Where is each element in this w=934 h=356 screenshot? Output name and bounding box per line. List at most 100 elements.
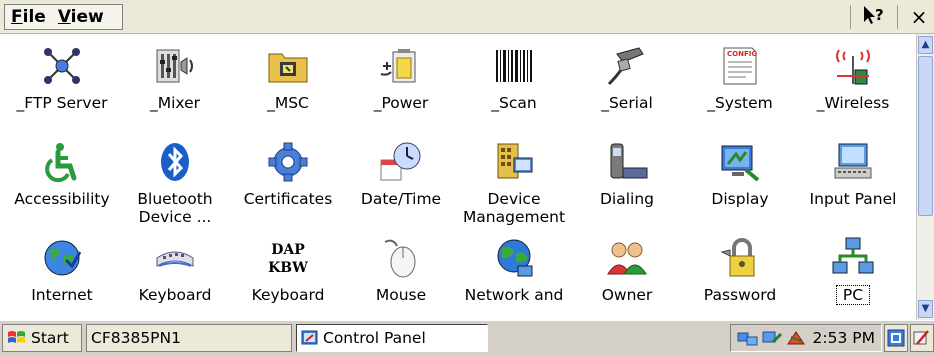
control-panel-item-label: Network and	[464, 286, 564, 304]
password-padlock-icon	[718, 236, 762, 280]
bluetooth-icon	[153, 140, 197, 184]
control-panel-item[interactable]: _Wireless	[797, 38, 909, 132]
pc-connection-icon	[831, 236, 875, 280]
input-panel-tray-icon	[913, 330, 929, 345]
device-name-label: CF8385PN1	[91, 329, 181, 347]
control-panel-item-label: Owner	[601, 286, 653, 304]
control-panel-item-label: _Mixer	[149, 94, 201, 112]
control-panel-item-label: Password	[703, 286, 777, 304]
system-tray: 2:53 PM	[729, 324, 882, 352]
control-panel-item[interactable]: Certificates	[232, 134, 344, 228]
mixer-speaker-icon	[153, 44, 197, 88]
power-tray-icon[interactable]	[785, 328, 807, 348]
svg-text:DAP: DAP	[271, 242, 305, 258]
ftp-server-network-icon	[40, 44, 84, 88]
dialing-phone-icon	[605, 140, 649, 184]
svg-text:?: ?	[875, 6, 884, 24]
control-panel-item-label: PC	[797, 285, 909, 305]
certificates-gear-icon	[266, 140, 310, 184]
network-tray-icon[interactable]	[737, 328, 759, 348]
control-panel-item-label: _Power	[373, 94, 429, 112]
keyboard-icon	[153, 236, 197, 280]
control-panel-item[interactable]: Keyboard	[119, 230, 231, 320]
control-panel-item-label: _Serial	[601, 94, 653, 112]
internet-globe-icon	[40, 236, 84, 280]
device-name-button[interactable]: CF8385PN1	[86, 324, 292, 352]
svg-text:KBW: KBW	[268, 260, 308, 276]
control-panel-item[interactable]: _Mixer	[119, 38, 231, 132]
accessibility-wheelchair-icon	[40, 140, 84, 184]
power-battery-icon	[379, 44, 423, 88]
control-panel-item-label: Accessibility	[14, 190, 110, 208]
control-panel-item[interactable]: DAP KBW Keyboard	[232, 230, 344, 320]
control-panel-item-label: Dialing	[599, 190, 654, 208]
control-panel-item[interactable]: Mouse	[345, 230, 457, 320]
scroll-down-button[interactable]: ▼	[918, 300, 933, 318]
menu-view[interactable]: View	[58, 7, 104, 27]
control-panel-item-label: Device Management	[462, 190, 566, 226]
system-config-icon: CONFIG	[718, 44, 762, 88]
serial-connector-icon	[605, 44, 649, 88]
window-label: Control Panel	[323, 329, 426, 347]
separator	[850, 5, 851, 29]
control-panel-item[interactable]: Date/Time	[345, 134, 457, 228]
control-panel-item-label: _Wireless	[816, 94, 890, 112]
keyboard-tray-button[interactable]	[910, 324, 934, 352]
control-panel-item[interactable]: CONFIG _System	[684, 38, 796, 132]
control-panel-item[interactable]: _FTP Server	[6, 38, 118, 132]
start-button[interactable]: Start	[2, 324, 82, 352]
control-panel-item-label: Internet	[31, 286, 93, 304]
network-globe-icon	[492, 236, 536, 280]
control-panel-item[interactable]: Device Management	[458, 134, 570, 228]
control-panel-item[interactable]: Display	[684, 134, 796, 228]
menu-bar: File View ? ×	[0, 0, 934, 34]
scroll-thumb[interactable]	[918, 56, 933, 216]
close-button[interactable]: ×	[904, 5, 934, 29]
control-panel-item-label: _Scan	[491, 94, 537, 112]
control-panel-item[interactable]: Input Panel	[797, 134, 909, 228]
owner-people-icon	[605, 236, 649, 280]
desktop-icon	[887, 329, 905, 347]
svg-text:CONFIG: CONFIG	[727, 50, 757, 58]
start-label: Start	[31, 329, 69, 347]
barcode-scan-icon	[492, 44, 536, 88]
mouse-icon	[379, 236, 423, 280]
menu-file[interactable]: File	[11, 7, 46, 27]
date-time-clock-icon	[379, 140, 423, 184]
control-panel-item-label: _MSC	[267, 94, 309, 112]
input-panel-icon	[831, 140, 875, 184]
control-panel-item-label: Display	[711, 190, 769, 208]
control-panel-item-label: Mouse	[375, 286, 427, 304]
control-panel-item[interactable]: Password	[684, 230, 796, 320]
control-panel-item-label: Bluetooth Device ...	[137, 190, 213, 226]
sync-tray-icon[interactable]	[761, 328, 783, 348]
msc-folder-icon	[266, 44, 310, 88]
title-buttons: ? ×	[844, 2, 934, 32]
device-management-icon	[492, 140, 536, 184]
control-panel-item[interactable]: _Scan	[458, 38, 570, 132]
control-panel-item-label: _FTP Server	[16, 94, 108, 112]
wireless-antenna-icon	[831, 44, 875, 88]
control-panel-item[interactable]: _MSC	[232, 38, 344, 132]
vertical-scrollbar[interactable]: ▲ ▼	[916, 34, 934, 320]
scroll-up-button[interactable]: ▲	[918, 36, 933, 54]
clock[interactable]: 2:53 PM	[813, 329, 875, 347]
control-panel-item[interactable]: Accessibility	[6, 134, 118, 228]
desktop-button[interactable]	[884, 324, 908, 352]
control-panel-item[interactable]: Bluetooth Device ...	[119, 134, 231, 228]
control-panel-item-label: Certificates	[243, 190, 333, 208]
control-panel-item[interactable]: Dialing	[571, 134, 683, 228]
control-panel-item[interactable]: PC	[797, 230, 909, 320]
display-monitor-icon	[718, 140, 762, 184]
control-panel-item[interactable]: Owner	[571, 230, 683, 320]
control-panel-item-label: _System	[707, 94, 773, 112]
help-cursor-icon[interactable]: ?	[857, 4, 891, 31]
control-panel-item[interactable]: Internet	[6, 230, 118, 320]
control-panel-grid: _FTP Server _Mixer _MSC _Power _Scan _Serial C…	[0, 34, 916, 320]
control-panel-item[interactable]: _Serial	[571, 38, 683, 132]
control-panel-item-label: Date/Time	[360, 190, 442, 208]
control-panel-item[interactable]: _Power	[345, 38, 457, 132]
windows-flag-icon	[8, 331, 25, 343]
control-panel-task-button[interactable]: Control Panel	[296, 324, 488, 352]
control-panel-item[interactable]: Network and	[458, 230, 570, 320]
